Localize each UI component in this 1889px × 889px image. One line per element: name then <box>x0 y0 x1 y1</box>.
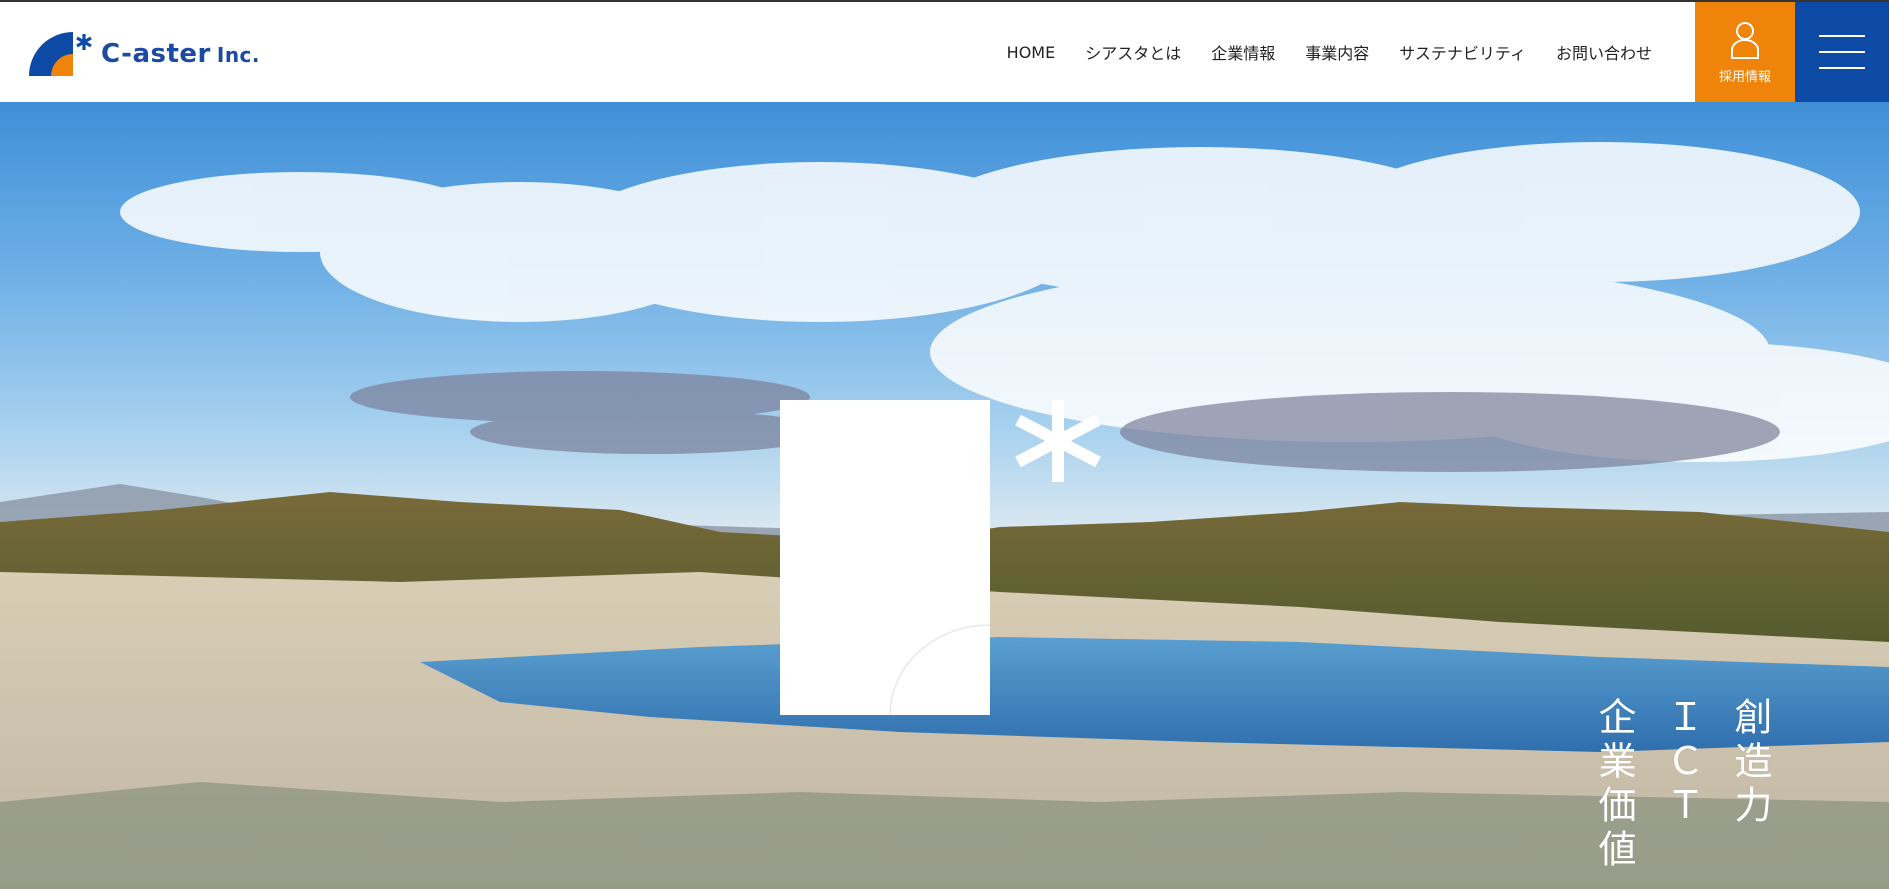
hero-image: 創造力 ＩＣＴ 企業価値 <box>0 102 1889 889</box>
logo-mark-icon <box>29 32 92 76</box>
person-icon <box>1731 21 1759 59</box>
global-nav: HOME シアスタとは 企業情報 事業内容 サステナビリティ お問い合わせ <box>992 2 1667 102</box>
nav-about[interactable]: シアスタとは <box>1070 40 1196 64</box>
hero-tagline: 創造力 ＩＣＴ 企業価値 <box>1592 697 1772 873</box>
nav-sustainability[interactable]: サステナビリティ <box>1384 40 1541 64</box>
hamburger-icon <box>1819 35 1865 37</box>
logo[interactable]: C-aster Inc. <box>29 32 260 76</box>
site-header: C-aster Inc. HOME シアスタとは 企業情報 事業内容 サステナビリ… <box>0 2 1889 102</box>
recruit-button[interactable]: 採用情報 <box>1695 2 1795 102</box>
hero-logo-mark <box>780 400 1101 715</box>
nav-contact[interactable]: お問い合わせ <box>1541 40 1667 64</box>
nav-business[interactable]: 事業内容 <box>1290 40 1384 64</box>
recruit-label: 採用情報 <box>1718 69 1771 85</box>
tagline-line-3: 企業価値 <box>1592 697 1636 873</box>
tagline-line-1: 創造力 <box>1728 697 1772 829</box>
menu-button[interactable] <box>1795 2 1889 102</box>
tagline-line-2: ＩＣＴ <box>1660 697 1704 829</box>
nav-company[interactable]: 企業情報 <box>1196 40 1290 64</box>
nav-home[interactable]: HOME <box>992 43 1071 62</box>
logo-text: C-aster Inc. <box>101 39 261 69</box>
